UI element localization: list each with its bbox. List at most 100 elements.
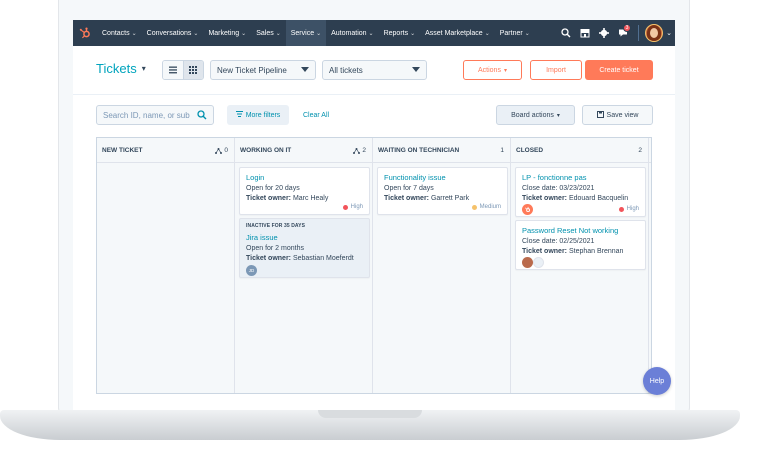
ticket-title-link[interactable]: Password Reset Not working [522, 226, 639, 235]
chevron-down-icon: ⌄ [524, 30, 530, 37]
kanban-board: NEW TICKET 0 WORKING ON IT 2 Login Open … [96, 137, 652, 394]
board-view-icon[interactable] [182, 61, 203, 79]
nav-contacts[interactable]: Contacts ⌄ [97, 20, 142, 46]
column-header: WAITING ON TECHNICIAN 1 [373, 138, 510, 163]
actions-label: Actions [478, 66, 501, 74]
ticket-owner: Ticket owner: Stephan Brennan [522, 248, 624, 255]
hubspot-logo-icon[interactable] [73, 20, 97, 46]
ticket-card-functionality[interactable]: Functionality issue Open for 7 days Tick… [377, 167, 508, 215]
nav-marketing[interactable]: Marketing ⌄ [203, 20, 251, 46]
actions-button[interactable]: Actions ▾ [463, 60, 522, 80]
ticket-close-date: Close date: 03/23/2021 [522, 185, 595, 192]
page-title-text: Tickets [96, 61, 137, 76]
chevron-down-icon[interactable]: ⌄ [663, 20, 675, 46]
nav-label: Service [290, 29, 315, 37]
chevron-down-icon: ⌄ [316, 30, 322, 37]
marketplace-icon[interactable] [575, 20, 594, 46]
owner-avatar [522, 257, 533, 268]
board-actions-button[interactable]: Board actions ▾ [496, 105, 575, 125]
search-icon[interactable] [197, 110, 207, 122]
create-ticket-button[interactable]: Create ticket [585, 60, 653, 80]
priority-dot [342, 204, 348, 210]
column-new-ticket: NEW TICKET 0 [97, 138, 235, 393]
nav-service[interactable]: Service ⌄ [285, 20, 327, 46]
help-button[interactable]: Help [643, 367, 671, 395]
save-view-button[interactable]: Save view [582, 105, 653, 125]
nav-sales[interactable]: Sales ⌄ [251, 20, 286, 46]
column-working-on-it: WORKING ON IT 2 Login Open for 20 days T… [235, 138, 373, 393]
top-navigation: Contacts ⌄ Conversations ⌄ Marketing ⌄ Sale… [73, 20, 675, 46]
column-count: 2 [638, 147, 642, 154]
nav-label: Conversations [146, 29, 192, 37]
nav-label: Reports [383, 29, 409, 37]
column-title: WAITING ON TECHNICIAN [378, 146, 460, 154]
nav-asset-marketplace[interactable]: Asset Marketplace ⌄ [420, 20, 495, 46]
notifications-icon[interactable]: 3 [613, 20, 632, 46]
ticket-title-link[interactable]: Login [246, 173, 363, 182]
column-title: CLOSED [516, 146, 544, 154]
ticket-card-login[interactable]: Login Open for 20 days Ticket owner: Mar… [239, 167, 370, 215]
ticket-close-date: Close date: 02/25/2021 [522, 238, 595, 245]
ticket-title-link[interactable]: Functionality issue [384, 173, 501, 182]
column-count: 0 [215, 147, 228, 154]
column-header: NEW TICKET 0 [97, 138, 234, 163]
caret-down-icon: ▾ [556, 112, 560, 119]
list-view-icon[interactable] [163, 61, 183, 79]
priority-indicator: Medium [471, 204, 501, 210]
more-filters-button[interactable]: More filters [227, 105, 289, 125]
ticket-card-password[interactable]: Password Reset Not working Close date: 0… [515, 220, 646, 270]
ticket-card-lp[interactable]: LP - fonctionne pas Close date: 03/23/20… [515, 167, 646, 217]
search-icon[interactable] [556, 20, 575, 46]
nav-partner[interactable]: Partner ⌄ [495, 20, 535, 46]
column-header: WORKING ON IT 2 [235, 138, 372, 163]
chevron-down-icon: ⌄ [193, 30, 199, 37]
ticket-owner: Ticket owner: Sebastian Moeferdt [246, 255, 354, 262]
column-header: CLOSED 2 [511, 138, 648, 163]
nav-automation[interactable]: Automation ⌄ [326, 20, 378, 46]
hierarchy-icon [215, 147, 223, 154]
view-select-value: All tickets [329, 65, 363, 75]
clear-all-link[interactable]: Clear All [303, 105, 329, 125]
notification-badge: 3 [623, 24, 631, 32]
column-count: 1 [500, 147, 504, 154]
ticket-title-link[interactable]: LP - fonctionne pas [522, 173, 639, 182]
column-count-value: 2 [362, 147, 366, 154]
column-count-value: 2 [638, 147, 642, 154]
caret-down-icon: ▾ [141, 64, 146, 73]
import-button[interactable]: Import [530, 60, 582, 80]
pipeline-select[interactable]: New Ticket Pipeline [210, 60, 316, 80]
nav-label: Partner [499, 29, 523, 37]
gear-icon[interactable] [594, 20, 613, 46]
priority-indicator: High [342, 204, 363, 210]
page-title[interactable]: Tickets ▾ [96, 61, 146, 76]
column-title: WORKING ON IT [240, 146, 292, 154]
ticket-title-link[interactable]: Jira issue [246, 233, 363, 242]
pipeline-select-value: New Ticket Pipeline [217, 65, 287, 75]
nav-reports[interactable]: Reports ⌄ [379, 20, 421, 46]
ticket-age: Open for 2 months [246, 245, 304, 252]
column-count-value: 1 [500, 147, 504, 154]
caret-down-icon: ▾ [503, 67, 507, 74]
save-icon [596, 110, 604, 120]
nav-conversations[interactable]: Conversations ⌄ [142, 20, 204, 46]
owner-avatar [533, 257, 544, 268]
search-input[interactable]: Search ID, name, or sub [96, 105, 214, 125]
user-avatar[interactable] [645, 24, 663, 42]
create-ticket-label: Create ticket [599, 66, 639, 74]
owner-avatar: JD [246, 265, 257, 276]
priority-label: High [626, 206, 639, 212]
nav-label: Sales [256, 29, 274, 37]
save-view-label: Save view [606, 111, 639, 119]
hubspot-sprocket-icon [522, 204, 533, 215]
caret-down-icon [412, 67, 420, 72]
laptop-notch [318, 410, 422, 418]
chevron-down-icon: ⌄ [131, 30, 137, 37]
column-header: • [649, 138, 651, 163]
import-label: Import [546, 66, 566, 74]
nav-divider [638, 25, 639, 41]
chevron-down-icon: ⌄ [241, 30, 247, 37]
priority-label: Medium [479, 204, 501, 210]
view-select[interactable]: All tickets [322, 60, 427, 80]
nav-label: Contacts [102, 29, 130, 37]
ticket-card-jira[interactable]: INACTIVE FOR 35 DAYS Jira issue Open for… [239, 218, 370, 278]
